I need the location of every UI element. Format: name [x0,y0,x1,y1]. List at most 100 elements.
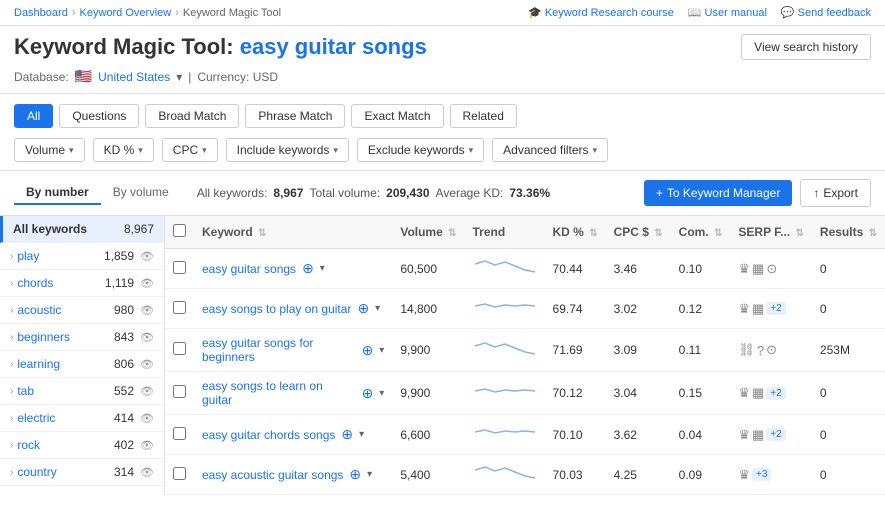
keyword-link[interactable]: easy songs to play on guitar [202,302,351,316]
eye-icon[interactable]: 👁 [140,331,154,344]
crown-icon: ♛ [738,427,750,443]
tab-phrase-match[interactable]: Phrase Match [245,104,345,128]
keyword-link[interactable]: easy songs to learn on guitar [202,379,356,407]
table-header-cpc[interactable]: CPC $ ⇅ [606,216,671,249]
trend-sparkline [473,296,537,318]
eye-icon[interactable]: 👁 [140,439,154,452]
tab-related[interactable]: Related [450,104,517,128]
table-header-checkbox[interactable] [165,216,194,249]
serp-badge[interactable]: +2 [766,302,785,315]
avg-kd-value: 73.36% [509,186,550,200]
chat-icon: 💬 [781,6,795,19]
keyword-link[interactable]: easy guitar songs for beginners [202,336,356,364]
eye-icon[interactable]: 👁 [140,385,154,398]
cpc-cell: 3.46 [606,249,671,289]
eye-icon[interactable]: 👁 [140,466,154,479]
row-checkbox[interactable] [173,342,186,355]
sidebar-item-learning[interactable]: › learning 806 👁 [0,351,164,378]
cpc-cell: 4.25 [606,455,671,495]
cpc-filter[interactable]: CPC ▾ [162,138,218,162]
chevron-down-icon: ▾ [69,145,74,156]
exclude-keywords-filter[interactable]: Exclude keywords ▾ [357,138,484,162]
trend-cell [465,415,545,455]
trend-sparkline [473,422,537,444]
sidebar-item-electric[interactable]: › electric 414 👁 [0,405,164,432]
row-checkbox[interactable] [173,261,186,274]
serp-badge[interactable]: +3 [752,468,771,481]
row-checkbox-cell[interactable] [165,329,194,372]
user-manual-link[interactable]: 📖 User manual [688,6,767,19]
select-all-checkbox[interactable] [173,224,186,237]
results-cell: 0 [812,372,885,415]
sidebar-item-all[interactable]: All keywords 8,967 [0,216,164,243]
row-checkbox-cell[interactable] [165,372,194,415]
serp-badge[interactable]: +2 [766,387,785,400]
add-keyword-button[interactable]: ⊕ [347,466,363,483]
country-selector[interactable]: United States [98,70,170,84]
add-keyword-button[interactable]: ⊕ [360,342,376,359]
table-header-results[interactable]: Results ⇅ [812,216,885,249]
eye-icon[interactable]: 👁 [140,358,154,371]
row-checkbox-cell[interactable] [165,249,194,289]
send-feedback-link[interactable]: 💬 Send feedback [781,6,871,19]
link-icon: ⛓ [738,342,755,358]
row-checkbox[interactable] [173,427,186,440]
eye-icon[interactable]: 👁 [140,412,154,425]
keyword-cell: easy songs to learn on guitar ⊕ ▾ [194,372,392,415]
table-header-keyword[interactable]: Keyword ⇅ [194,216,392,249]
eye-icon[interactable]: 👁 [140,304,154,317]
eye-icon[interactable]: 👁 [140,277,154,290]
add-keyword-button[interactable]: ⊕ [339,426,355,443]
include-keywords-filter[interactable]: Include keywords ▾ [226,138,349,162]
add-keyword-button[interactable]: ⊕ [300,260,316,277]
add-keyword-button[interactable]: ⊕ [355,300,371,317]
sidebar-item-beginners[interactable]: › beginners 843 👁 [0,324,164,351]
sidebar-item-rock[interactable]: › rock 402 👁 [0,432,164,459]
keyword-research-course-link[interactable]: 🎓 Keyword Research course [528,6,674,19]
keyword-link[interactable]: easy acoustic guitar songs [202,468,343,482]
chevron-down-icon[interactable]: ▾ [359,429,364,440]
keyword-link[interactable]: easy guitar songs [202,262,296,276]
chevron-down-icon[interactable]: ▾ [379,345,384,356]
kd-filter[interactable]: KD % ▾ [93,138,154,162]
breadcrumb-keyword-overview[interactable]: Keyword Overview [80,7,172,19]
row-checkbox[interactable] [173,467,186,480]
row-checkbox-cell[interactable] [165,455,194,495]
table-header-com[interactable]: Com. ⇅ [671,216,731,249]
row-checkbox[interactable] [173,301,186,314]
view-history-button[interactable]: View search history [741,34,871,60]
sidebar-item-tab[interactable]: › tab 552 👁 [0,378,164,405]
advanced-filters[interactable]: Advanced filters ▾ [492,138,608,162]
row-checkbox-cell[interactable] [165,415,194,455]
table-header-volume[interactable]: Volume ⇅ [392,216,464,249]
crown-icon: ♛ [738,261,750,277]
by-volume-tab[interactable]: By volume [101,181,181,205]
sidebar-item-play[interactable]: › play 1,859 👁 [0,243,164,270]
tab-all[interactable]: All [14,104,53,128]
row-checkbox-cell[interactable] [165,289,194,329]
chevron-down-icon[interactable]: ▾ [375,303,380,314]
chevron-down-icon[interactable]: ▾ [379,388,384,399]
tab-exact-match[interactable]: Exact Match [351,104,443,128]
chevron-down-icon[interactable]: ▾ [320,263,325,274]
row-checkbox[interactable] [173,385,186,398]
sidebar-item-acoustic[interactable]: › acoustic 980 👁 [0,297,164,324]
volume-filter[interactable]: Volume ▾ [14,138,85,162]
to-keyword-manager-button[interactable]: + To Keyword Manager [644,180,792,206]
chevron-down-icon[interactable]: ▾ [367,469,372,480]
table-header-kd[interactable]: KD % ⇅ [545,216,606,249]
by-number-tab[interactable]: By number [14,181,101,205]
tab-questions[interactable]: Questions [59,104,139,128]
tab-broad-match[interactable]: Broad Match [145,104,239,128]
serp-badge[interactable]: +2 [766,428,785,441]
export-button[interactable]: ↑ Export [800,179,871,207]
eye-icon[interactable]: 👁 [140,250,154,263]
add-keyword-button[interactable]: ⊕ [360,385,376,402]
keyword-link[interactable]: easy guitar chords songs [202,428,335,442]
total-volume-label: Total volume: [309,186,380,200]
table-header-trend[interactable]: Trend [465,216,545,249]
breadcrumb-dashboard[interactable]: Dashboard [14,7,68,19]
sidebar-item-country[interactable]: › country 314 👁 [0,459,164,486]
sidebar-item-chords[interactable]: › chords 1,119 👁 [0,270,164,297]
table-header-serp[interactable]: SERP F... ⇅ [730,216,812,249]
